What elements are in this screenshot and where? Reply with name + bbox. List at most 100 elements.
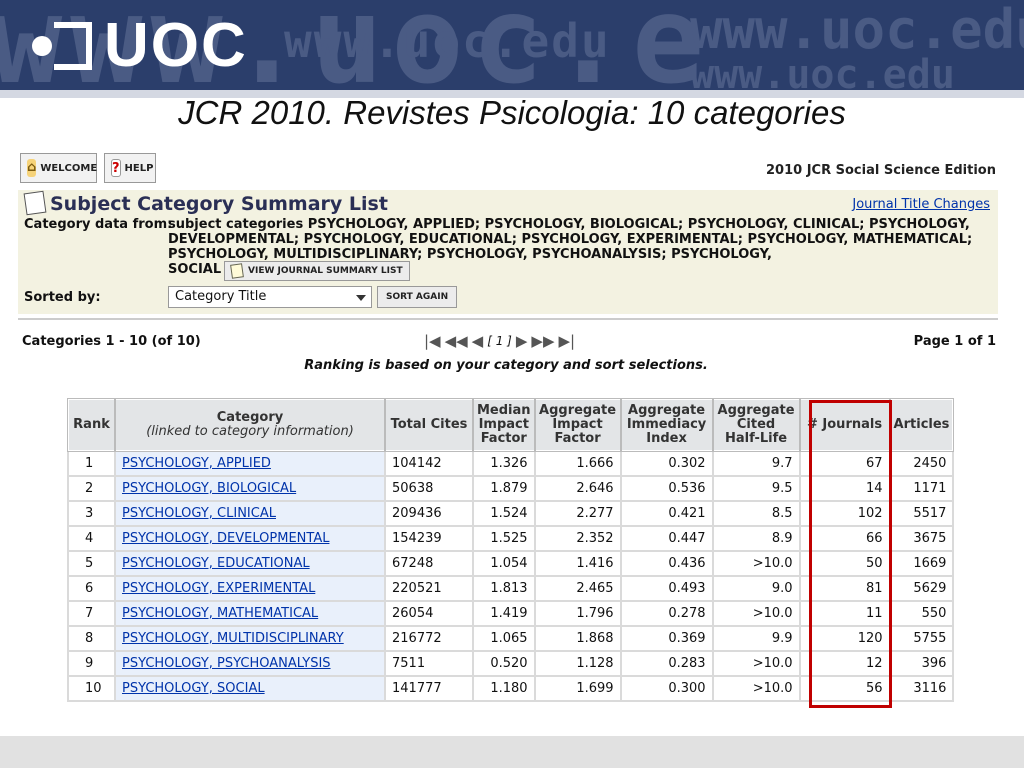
cell-rank: 1 bbox=[67, 450, 116, 477]
cell-aggregate-chl: 9.0 bbox=[711, 575, 801, 602]
slide: www.uoc.e www.uoc.edu www.uoc.edu www.uo… bbox=[0, 0, 1024, 768]
col-rank[interactable]: Rank bbox=[67, 398, 116, 452]
cell-aggregate-chl: 9.9 bbox=[711, 625, 801, 652]
cell-total-cites: 7511 bbox=[384, 650, 474, 677]
cell-articles: 550 bbox=[888, 600, 955, 627]
cell-category[interactable]: PSYCHOLOGY, SOCIAL bbox=[114, 675, 386, 702]
cell-rank: 10 bbox=[67, 675, 116, 702]
cell-category[interactable]: PSYCHOLOGY, PSYCHOANALYSIS bbox=[114, 650, 386, 677]
cell-aggregate-ii: 0.302 bbox=[619, 450, 714, 477]
category-link[interactable]: PSYCHOLOGY, EXPERIMENTAL bbox=[122, 581, 315, 596]
footer-bar bbox=[0, 736, 1024, 768]
cell-aggregate-chl: 8.5 bbox=[711, 500, 801, 527]
cell-total-cites: 26054 bbox=[384, 600, 474, 627]
cell-category[interactable]: PSYCHOLOGY, EDUCATIONAL bbox=[114, 550, 386, 577]
cell-articles: 2450 bbox=[888, 450, 955, 477]
cell-aggregate-if: 1.868 bbox=[533, 625, 622, 652]
cell-median-if: 1.419 bbox=[472, 600, 536, 627]
col-aggregate-chl[interactable]: Aggregate Cited Half-Life bbox=[711, 398, 801, 452]
help-icon: ? bbox=[111, 159, 121, 177]
banner-watermark-right-2: www.uoc.edu bbox=[690, 52, 955, 90]
cell-rank: 9 bbox=[67, 650, 116, 677]
cell-category[interactable]: PSYCHOLOGY, MULTIDISCIPLINARY bbox=[114, 625, 386, 652]
cell-aggregate-if: 1.128 bbox=[533, 650, 622, 677]
summary-title: Subject Category Summary List bbox=[50, 193, 388, 215]
sort-select[interactable]: Category Title bbox=[168, 286, 372, 308]
prev-ten-icon[interactable]: ◀◀ bbox=[445, 332, 468, 350]
sort-again-button[interactable]: SORT AGAIN bbox=[377, 286, 458, 308]
cell-category[interactable]: PSYCHOLOGY, MATHEMATICAL bbox=[114, 600, 386, 627]
prev-page-icon[interactable]: ◀ bbox=[472, 332, 484, 350]
category-link[interactable]: PSYCHOLOGY, DEVELOPMENTAL bbox=[122, 531, 329, 546]
category-link[interactable]: PSYCHOLOGY, EDUCATIONAL bbox=[122, 556, 310, 571]
cell-articles: 1171 bbox=[888, 475, 955, 502]
col-aggregate-ii[interactable]: Aggregate Immediacy Index bbox=[619, 398, 714, 452]
category-line: subject categories PSYCHOLOGY, APPLIED; … bbox=[168, 217, 970, 232]
cell-aggregate-chl: >10.0 bbox=[711, 675, 801, 702]
page-indicator: Page 1 of 1 bbox=[913, 334, 996, 349]
cell-category[interactable]: PSYCHOLOGY, EXPERIMENTAL bbox=[114, 575, 386, 602]
category-line: PSYCHOLOGY, MULTIDISCIPLINARY; PSYCHOLOG… bbox=[168, 247, 772, 262]
welcome-button[interactable]: ⌂ WELCOME bbox=[20, 153, 97, 183]
slide-title: JCR 2010. Revistes Psicologia: 10 catego… bbox=[178, 94, 846, 131]
document-icon bbox=[230, 263, 244, 279]
category-link[interactable]: PSYCHOLOGY, PSYCHOANALYSIS bbox=[122, 656, 331, 671]
cell-category[interactable]: PSYCHOLOGY, DEVELOPMENTAL bbox=[114, 525, 386, 552]
category-link[interactable]: PSYCHOLOGY, SOCIAL bbox=[122, 681, 265, 696]
col-articles[interactable]: Articles bbox=[888, 398, 955, 452]
cell-rank: 2 bbox=[67, 475, 116, 502]
cell-median-if: 1.065 bbox=[472, 625, 536, 652]
journals-highlight-box bbox=[809, 400, 892, 708]
cell-category[interactable]: PSYCHOLOGY, CLINICAL bbox=[114, 500, 386, 527]
banner-site-url: www.uoc.edu bbox=[284, 14, 611, 68]
cell-category[interactable]: PSYCHOLOGY, BIOLOGICAL bbox=[114, 475, 386, 502]
cell-rank: 8 bbox=[67, 625, 116, 652]
edition-label: 2010 JCR Social Science Edition bbox=[766, 163, 996, 178]
cell-median-if: 1.525 bbox=[472, 525, 536, 552]
category-line: DEVELOPMENTAL; PSYCHOLOGY, EDUCATIONAL; … bbox=[168, 232, 973, 247]
view-journal-summary-button[interactable]: VIEW JOURNAL SUMMARY LIST bbox=[224, 261, 410, 281]
cell-median-if: 1.180 bbox=[472, 675, 536, 702]
cell-category[interactable]: PSYCHOLOGY, APPLIED bbox=[114, 450, 386, 477]
col-total-cites[interactable]: Total Cites bbox=[384, 398, 474, 452]
help-button[interactable]: ? HELP bbox=[104, 153, 156, 183]
cell-aggregate-chl: 9.7 bbox=[711, 450, 801, 477]
cell-total-cites: 209436 bbox=[384, 500, 474, 527]
col-aggregate-if[interactable]: Aggregate Impact Factor bbox=[533, 398, 622, 452]
col-median-if[interactable]: Median Impact Factor bbox=[472, 398, 536, 452]
cell-median-if: 1.879 bbox=[472, 475, 536, 502]
cell-total-cites: 50638 bbox=[384, 475, 474, 502]
cell-median-if: 1.054 bbox=[472, 550, 536, 577]
category-link[interactable]: PSYCHOLOGY, MATHEMATICAL bbox=[122, 606, 318, 621]
cell-rank: 4 bbox=[67, 525, 116, 552]
help-label: HELP bbox=[124, 162, 154, 174]
cell-aggregate-if: 2.646 bbox=[533, 475, 622, 502]
next-ten-icon[interactable]: ▶▶ bbox=[531, 332, 554, 350]
cell-aggregate-if: 1.796 bbox=[533, 600, 622, 627]
cell-articles: 3675 bbox=[888, 525, 955, 552]
last-page-icon[interactable]: ▶| bbox=[558, 332, 575, 350]
cell-aggregate-if: 2.277 bbox=[533, 500, 622, 527]
cell-aggregate-ii: 0.493 bbox=[619, 575, 714, 602]
cell-total-cites: 141777 bbox=[384, 675, 474, 702]
cell-aggregate-if: 1.416 bbox=[533, 550, 622, 577]
next-page-icon[interactable]: ▶ bbox=[516, 332, 528, 350]
category-link[interactable]: PSYCHOLOGY, CLINICAL bbox=[122, 506, 276, 521]
cell-aggregate-chl: >10.0 bbox=[711, 650, 801, 677]
category-link[interactable]: PSYCHOLOGY, BIOLOGICAL bbox=[122, 481, 296, 496]
view-journal-summary-label: VIEW JOURNAL SUMMARY LIST bbox=[248, 266, 403, 276]
cell-rank: 5 bbox=[67, 550, 116, 577]
cell-median-if: 1.524 bbox=[472, 500, 536, 527]
first-page-icon[interactable]: |◀ bbox=[424, 332, 441, 350]
cell-aggregate-chl: 9.5 bbox=[711, 475, 801, 502]
cell-total-cites: 220521 bbox=[384, 575, 474, 602]
cell-articles: 5517 bbox=[888, 500, 955, 527]
col-category[interactable]: Category (linked to category information… bbox=[114, 398, 386, 452]
category-data-label: Category data from: bbox=[24, 217, 173, 232]
cell-rank: 3 bbox=[67, 500, 116, 527]
category-link[interactable]: PSYCHOLOGY, MULTIDISCIPLINARY bbox=[122, 631, 344, 646]
cell-aggregate-chl: >10.0 bbox=[711, 550, 801, 577]
journal-title-changes-link[interactable]: Journal Title Changes bbox=[852, 197, 990, 212]
pager: |◀ ◀◀ ◀ [ 1 ] ▶ ▶▶ ▶| bbox=[424, 330, 575, 352]
category-link[interactable]: PSYCHOLOGY, APPLIED bbox=[122, 456, 271, 471]
